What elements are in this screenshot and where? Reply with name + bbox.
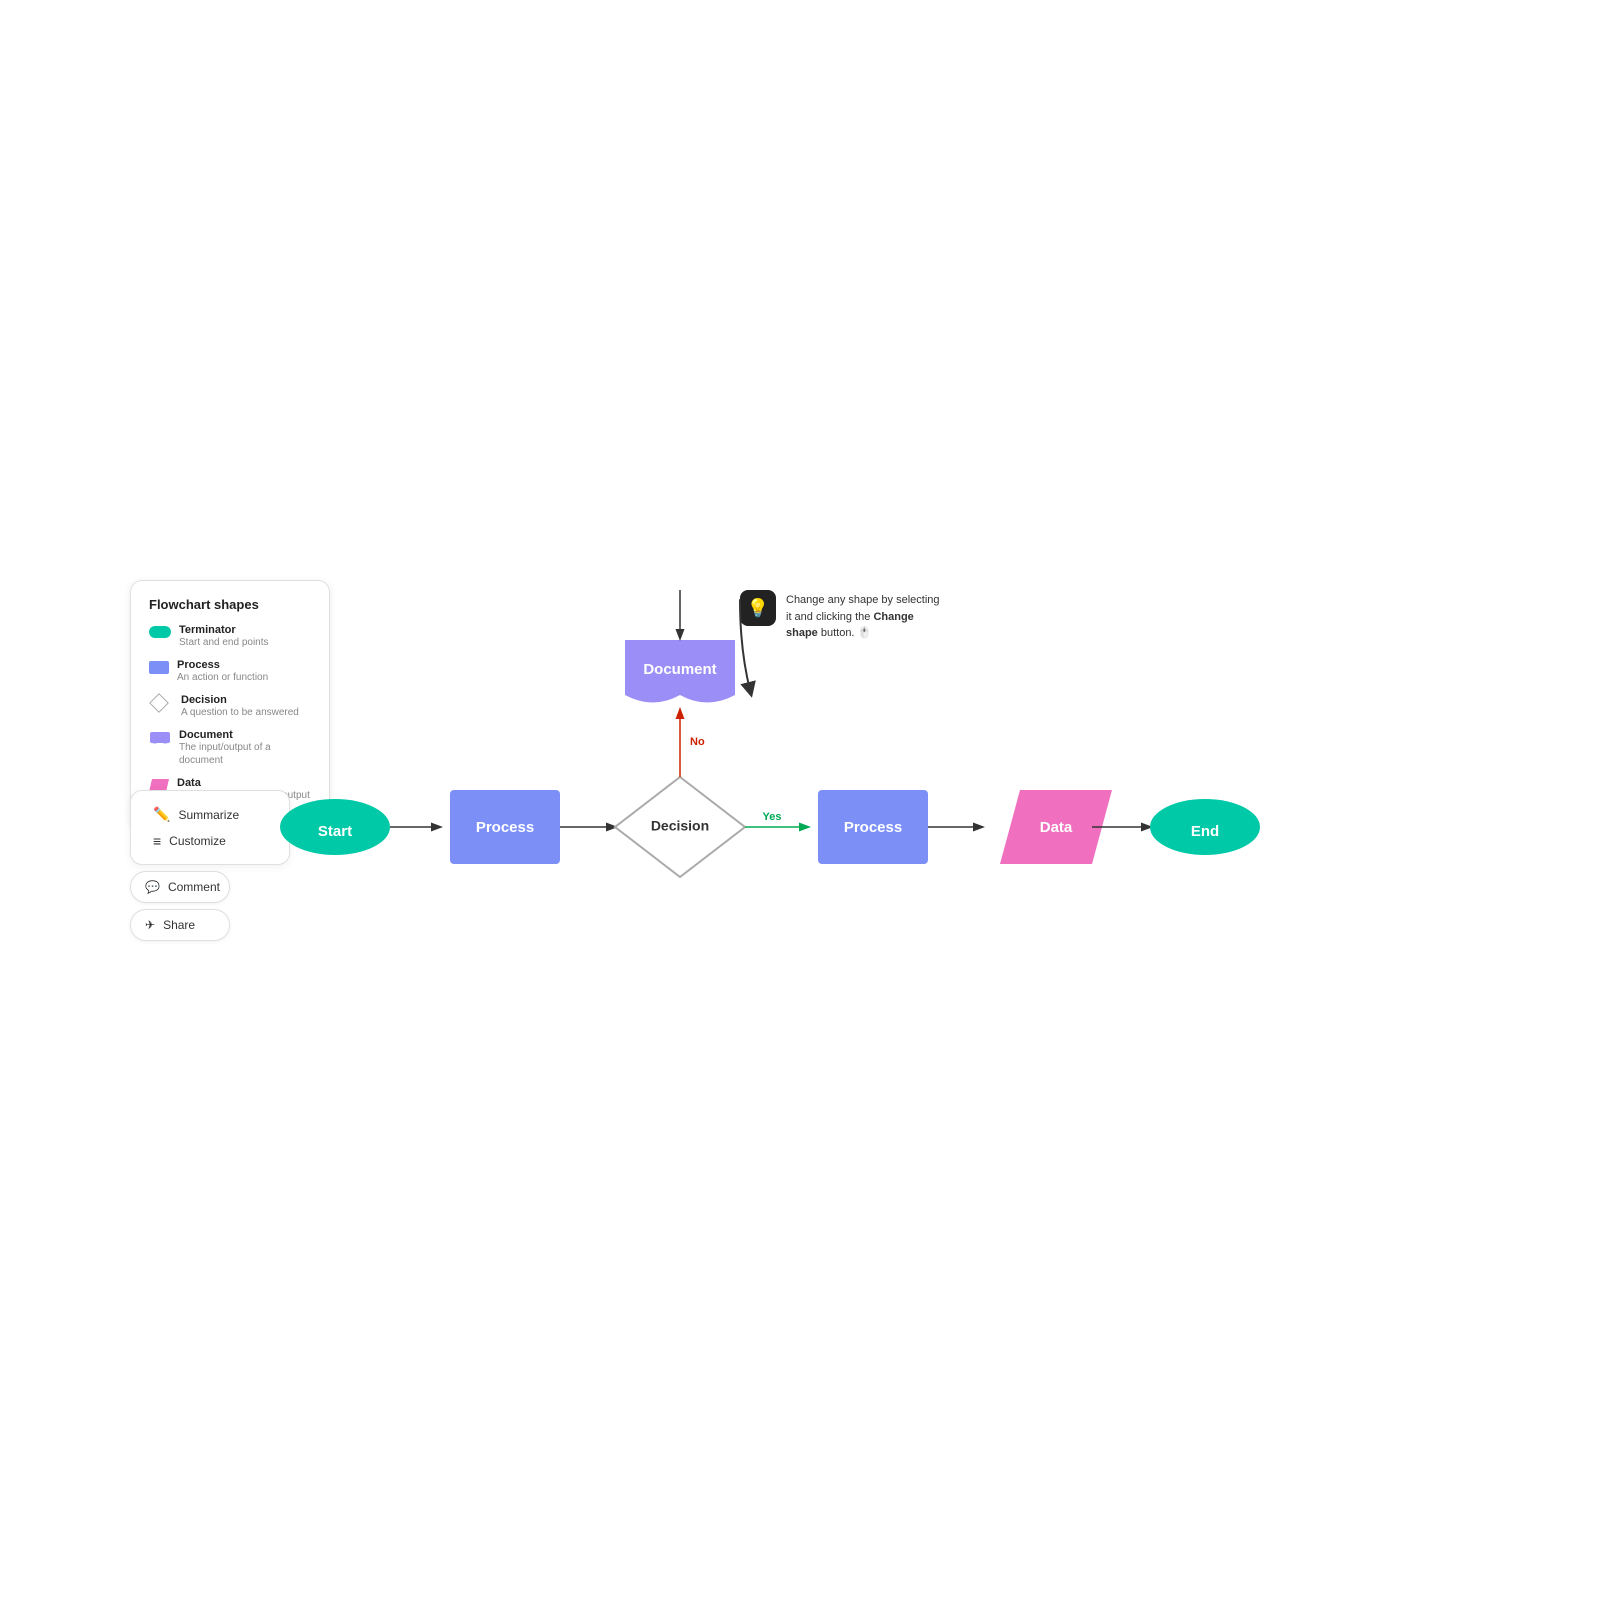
svg-text:Start: Start — [318, 823, 352, 840]
comment-button[interactable]: 💬 Comment — [130, 871, 230, 903]
svg-text:Decision: Decision — [651, 818, 709, 834]
decision-icon — [149, 696, 169, 710]
share-label: Share — [163, 918, 195, 932]
svg-text:Process: Process — [476, 819, 534, 836]
svg-text:End: End — [1191, 823, 1219, 840]
flowchart-diagram: Start Process Decision Yes Process Data … — [220, 580, 1520, 950]
svg-text:Process: Process — [844, 819, 902, 836]
comment-icon: 💬 — [145, 880, 160, 894]
summarize-icon: ✏️ — [153, 806, 170, 823]
share-button[interactable]: ✈ Share — [130, 909, 230, 941]
svg-text:Yes: Yes — [763, 811, 782, 823]
customize-icon: ≡ — [153, 833, 161, 849]
svg-text:No: No — [690, 736, 705, 748]
customize-label: Customize — [169, 834, 226, 848]
document-icon — [149, 731, 171, 752]
hint-arrow — [680, 590, 800, 710]
terminator-icon — [149, 626, 171, 638]
process-icon — [149, 661, 169, 674]
share-icon: ✈ — [145, 918, 155, 932]
svg-text:Data: Data — [1040, 819, 1073, 836]
comment-label: Comment — [168, 880, 220, 894]
